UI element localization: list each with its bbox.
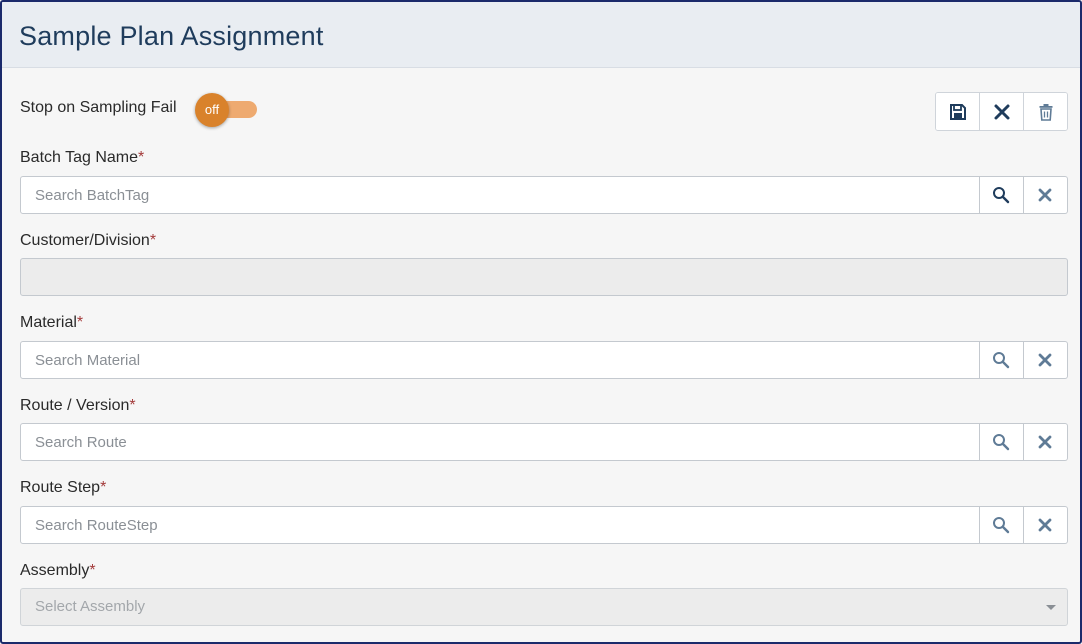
app-window: Sample Plan Assignment Stop on Sampling …: [0, 0, 1082, 644]
delete-button[interactable]: [1024, 93, 1067, 130]
material-label: Material*: [20, 314, 83, 332]
search-icon: [993, 517, 1010, 534]
route-search-button[interactable]: [980, 424, 1024, 460]
batch-tag-label-text: Batch Tag Name: [20, 149, 138, 166]
route-input[interactable]: [20, 423, 980, 461]
route-step-actions: [980, 506, 1068, 544]
batch-tag-actions: [980, 176, 1068, 214]
batch-tag-search-button[interactable]: [980, 177, 1024, 213]
customer-label: Customer/Division*: [20, 232, 156, 250]
route-label-text: Route / Version: [20, 397, 130, 414]
assembly-select[interactable]: Select Assembly: [20, 588, 1068, 626]
material-label-text: Material: [20, 314, 77, 331]
required-mark: *: [149, 232, 157, 249]
customer-label-text: Customer/Division: [20, 232, 150, 249]
stop-on-fail-toggle[interactable]: off: [195, 93, 259, 127]
required-mark: *: [100, 479, 107, 496]
close-icon: [1038, 435, 1052, 449]
required-mark: *: [129, 397, 136, 414]
route-step-search-button[interactable]: [980, 507, 1024, 543]
material-actions: [980, 341, 1068, 379]
search-icon: [993, 434, 1010, 451]
route-step-label: Route Step*: [20, 479, 106, 497]
close-icon: [1038, 518, 1052, 532]
form-actions: [935, 92, 1068, 131]
close-icon: [994, 104, 1009, 119]
route-step-clear-button[interactable]: [1024, 507, 1068, 543]
save-icon: [949, 103, 966, 120]
route-step-input[interactable]: [20, 506, 980, 544]
required-mark: *: [138, 149, 145, 166]
assembly-label: Assembly*: [20, 562, 96, 580]
cancel-button[interactable]: [980, 93, 1024, 130]
close-icon: [1038, 353, 1052, 367]
page-title: Sample Plan Assignment: [19, 21, 324, 51]
search-icon: [993, 352, 1010, 369]
close-icon: [1038, 188, 1052, 202]
material-search-button[interactable]: [980, 342, 1024, 378]
route-label: Route / Version*: [20, 397, 136, 415]
save-button[interactable]: [936, 93, 980, 130]
route-clear-button[interactable]: [1024, 424, 1068, 460]
assembly-placeholder: Select Assembly: [35, 598, 146, 615]
required-mark: *: [89, 562, 96, 579]
batch-tag-label: Batch Tag Name*: [20, 149, 144, 167]
batch-tag-clear-button[interactable]: [1024, 177, 1068, 213]
material-clear-button[interactable]: [1024, 342, 1068, 378]
batch-tag-input[interactable]: [20, 176, 980, 214]
chevron-down-icon: [1046, 605, 1056, 610]
material-input[interactable]: [20, 341, 980, 379]
route-actions: [980, 423, 1068, 461]
trash-icon: [1039, 103, 1052, 121]
route-step-label-text: Route Step: [20, 479, 101, 496]
required-mark: *: [76, 314, 84, 331]
search-icon: [993, 187, 1010, 204]
toggle-knob: off: [195, 93, 229, 127]
stop-on-fail-label: Stop on Sampling Fail: [20, 99, 177, 116]
customer-field: [20, 258, 1068, 296]
page-header: Sample Plan Assignment: [2, 2, 1080, 68]
assembly-label-text: Assembly: [20, 562, 90, 579]
